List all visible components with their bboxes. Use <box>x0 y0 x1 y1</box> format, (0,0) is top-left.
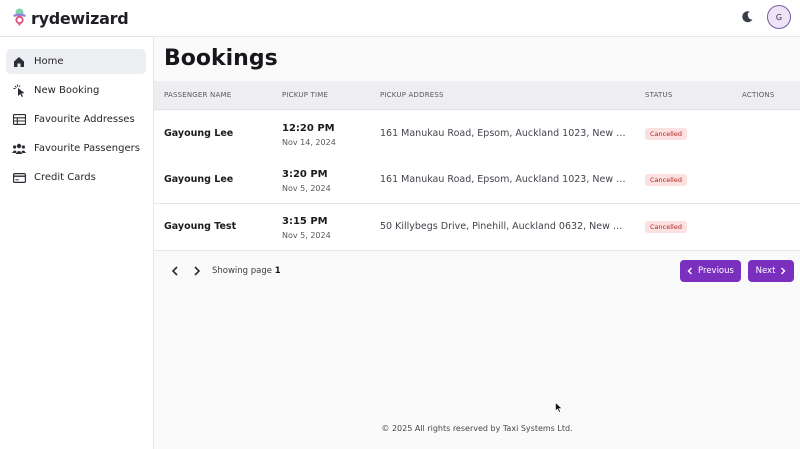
credit-card-icon <box>12 171 26 185</box>
chevron-left-icon <box>687 267 693 275</box>
status-badge: Cancelled <box>645 128 687 140</box>
pickup-date: Nov 5, 2024 <box>282 231 331 240</box>
top-bar: rydewizard G <box>0 0 800 37</box>
sidebar-item-home[interactable]: Home <box>6 49 146 74</box>
previous-button-label: Previous <box>698 266 734 276</box>
sidebar-item-label: Favourite Passengers <box>34 143 140 154</box>
chevron-right-icon <box>781 267 786 275</box>
page-indicator: Showing page 1 <box>212 266 281 276</box>
pickup-date: Nov 5, 2024 <box>282 184 331 193</box>
passenger-name: Gayoung Lee <box>164 128 234 139</box>
avatar[interactable]: G <box>767 5 791 29</box>
chevron-right-icon[interactable] <box>191 265 203 277</box>
sidebar-item-new-booking[interactable]: New Booking <box>6 78 146 103</box>
page-indicator-label: Showing page <box>212 266 273 276</box>
main-content: Bookings PASSENGER NAME PICKUP TIME PICK… <box>154 37 800 449</box>
table-row[interactable]: Gayoung Lee 3:20 PM Nov 5, 2024 161 Manu… <box>154 157 800 204</box>
status-badge: Cancelled <box>645 221 687 233</box>
pickup-address: 161 Manukau Road, Epsom, Auckland 1023, … <box>380 174 626 185</box>
table-header: PASSENGER NAME PICKUP TIME PICKUP ADDRES… <box>154 81 800 110</box>
sidebar: Home New Booking Favourite Addresses Fav… <box>0 37 154 449</box>
status-badge: Cancelled <box>645 174 687 186</box>
pickup-date: Nov 14, 2024 <box>282 138 336 147</box>
chevron-left-icon[interactable] <box>169 265 181 277</box>
pickup-address: 50 Killybegs Drive, Pinehill, Auckland 0… <box>380 221 626 232</box>
moon-icon[interactable] <box>739 9 755 25</box>
sidebar-item-credit-cards[interactable]: Credit Cards <box>6 165 146 190</box>
pagination: Showing page 1 Previous Next <box>154 258 800 284</box>
sidebar-item-label: New Booking <box>34 85 100 96</box>
sidebar-item-favourite-addresses[interactable]: Favourite Addresses <box>6 107 146 132</box>
previous-button[interactable]: Previous <box>680 260 741 282</box>
users-icon <box>12 142 26 156</box>
pointer-click-icon <box>12 84 26 98</box>
brand-logo[interactable]: rydewizard <box>10 7 129 30</box>
page-number: 1 <box>274 266 281 276</box>
column-header-pickup-time: PICKUP TIME <box>282 91 329 99</box>
table-row[interactable]: Gayoung Test 3:15 PM Nov 5, 2024 50 Kill… <box>154 204 800 251</box>
sidebar-item-label: Home <box>34 56 64 67</box>
table-list-icon <box>12 113 26 127</box>
brand-name: rydewizard <box>31 9 129 28</box>
sidebar-item-label: Credit Cards <box>34 172 96 183</box>
page-title: Bookings <box>164 46 278 71</box>
logo-icon <box>10 7 29 30</box>
table-row[interactable]: Gayoung Lee 12:20 PM Nov 14, 2024 161 Ma… <box>154 111 800 158</box>
column-header-pickup-address: PICKUP ADDRESS <box>380 91 444 99</box>
column-header-actions: ACTIONS <box>742 91 775 99</box>
sidebar-item-favourite-passengers[interactable]: Favourite Passengers <box>6 136 146 161</box>
home-icon <box>12 55 26 69</box>
passenger-name: Gayoung Lee <box>164 174 234 185</box>
next-button[interactable]: Next <box>748 260 794 282</box>
pickup-time: 12:20 PM <box>282 123 335 134</box>
pickup-time: 3:15 PM <box>282 216 328 227</box>
pickup-time: 3:20 PM <box>282 169 328 180</box>
sidebar-item-label: Favourite Addresses <box>34 114 135 125</box>
pickup-address: 161 Manukau Road, Epsom, Auckland 1023, … <box>380 128 626 139</box>
column-header-passenger-name: PASSENGER NAME <box>164 91 232 99</box>
next-button-label: Next <box>755 266 776 276</box>
passenger-name: Gayoung Test <box>164 221 237 232</box>
mouse-cursor-icon <box>555 398 563 413</box>
footer-copyright: © 2025 All rights reserved by Taxi Syste… <box>381 424 573 433</box>
column-header-status: STATUS <box>645 91 673 99</box>
